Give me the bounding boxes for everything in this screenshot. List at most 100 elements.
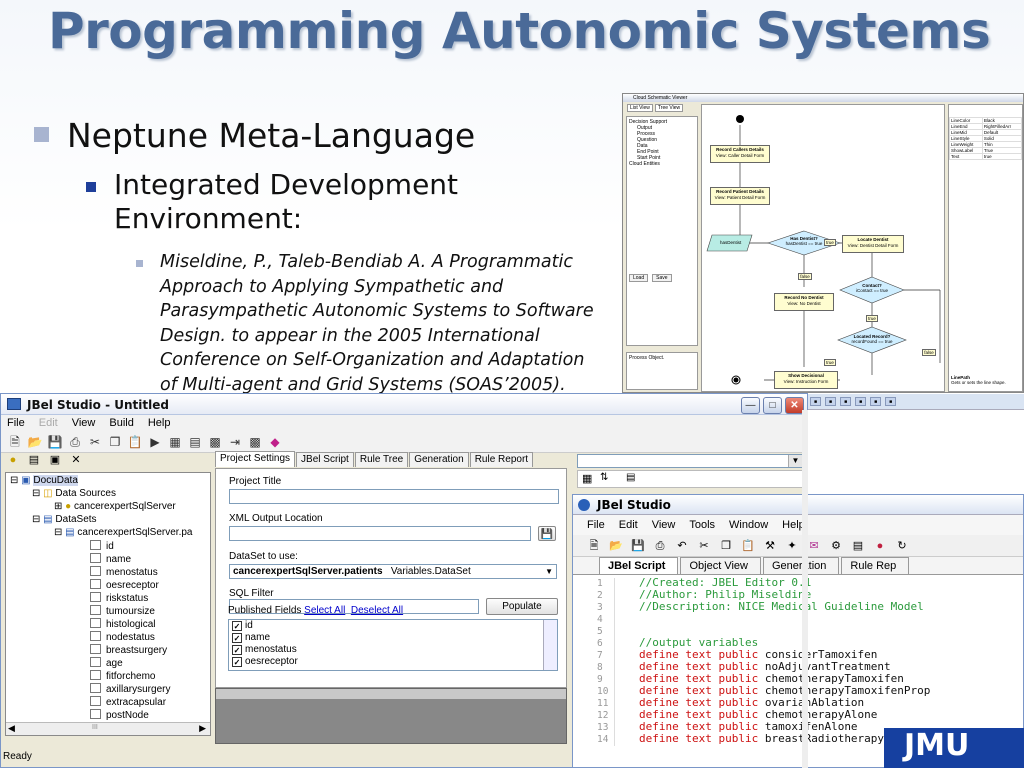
database-icon[interactable]: ● (5, 452, 21, 468)
table-icon[interactable]: ▩ (247, 434, 263, 450)
tab-tree-view[interactable]: Tree View (654, 104, 684, 112)
table-icon[interactable]: ▤ (26, 452, 42, 468)
tree-item-dataset[interactable]: ⊟ ▤ cancerexpertSqlServer.pa (54, 527, 192, 539)
taskbar-button[interactable]: ■ (825, 397, 837, 406)
tab-project-settings[interactable]: Project Settings (215, 451, 296, 467)
menu-edit[interactable]: Edit (619, 515, 638, 535)
xml-output-input[interactable] (229, 526, 531, 541)
save-icon[interactable]: 💾 (47, 434, 63, 450)
property-pages-icon[interactable]: ▤ (626, 472, 635, 483)
sort-az-icon[interactable]: ⇅ (600, 472, 608, 483)
tree-item[interactable]: Cloud Entities (629, 161, 695, 167)
tree-field[interactable]: axillarysurgery (90, 683, 170, 696)
field-checkbox-row[interactable]: ✓ id (229, 620, 557, 632)
menu-window[interactable]: Window (729, 515, 768, 535)
undo-icon[interactable]: ↶ (674, 538, 690, 554)
menu-help[interactable]: Help (148, 415, 171, 432)
rule-icon[interactable]: ▤ (187, 434, 203, 450)
tab-jbel-script[interactable]: JBel Script (296, 452, 354, 467)
new-file-icon[interactable]: 🗎 (7, 434, 23, 450)
tree-field[interactable]: age (90, 657, 123, 670)
vertical-scrollbar[interactable] (802, 410, 808, 768)
tab-list-view[interactable]: List View (627, 104, 653, 112)
paste-icon[interactable]: 📋 (127, 434, 143, 450)
paste-icon[interactable]: 📋 (740, 538, 756, 554)
delete-icon[interactable]: ✕ (68, 452, 84, 468)
menu-view[interactable]: View (72, 415, 96, 432)
refresh-icon[interactable]: ↻ (894, 538, 910, 554)
taskbar-button[interactable]: ■ (840, 397, 852, 406)
right-dropdown[interactable]: ▼ (577, 454, 803, 468)
menu-build[interactable]: Build (109, 415, 133, 432)
taskbar-button[interactable]: ■ (885, 397, 897, 406)
prop-value[interactable]: true (981, 153, 1023, 160)
tree-field[interactable]: postNode (90, 709, 149, 722)
menu-tools[interactable]: Tools (689, 515, 715, 535)
list-vscrollbar[interactable] (543, 620, 557, 670)
tree-field[interactable]: histological (90, 618, 155, 631)
properties-icon[interactable]: ▣ (47, 452, 63, 468)
tab-jbel-script[interactable]: JBel Script (599, 557, 679, 574)
menu-edit[interactable]: Edit (39, 415, 58, 432)
scroll-right-icon[interactable]: ▶ (199, 723, 206, 734)
tree-item-data-sources[interactable]: ⊟ ◫ Data Sources (32, 488, 116, 500)
build-icon[interactable]: ⚙ (828, 538, 844, 554)
save-icon[interactable]: 💾 (538, 526, 556, 541)
tab-rule-report[interactable]: Rule Rep (841, 557, 910, 574)
tree-item-datasets[interactable]: ⊟ ▤ DataSets (32, 514, 97, 526)
tree-root[interactable]: ⊟ ▣ DocuData (10, 475, 78, 487)
step-icon[interactable]: ⇥ (227, 434, 243, 450)
field-checkbox-row[interactable]: ✓ name (229, 632, 557, 644)
open-folder-icon[interactable]: 📂 (608, 538, 624, 554)
gem-icon[interactable]: ◆ (267, 434, 283, 450)
print-icon[interactable]: ⎙ (67, 434, 83, 450)
load-button[interactable]: Load (629, 274, 649, 282)
tree-field[interactable]: breastsurgery (90, 644, 167, 657)
tab-generation[interactable]: Generation (409, 452, 469, 467)
menu-view[interactable]: View (652, 515, 676, 535)
scroll-left-icon[interactable]: ◀ (8, 723, 15, 734)
copy-icon[interactable]: ❐ (107, 434, 123, 450)
grid-icon[interactable]: ▦ (167, 434, 183, 450)
tree-field[interactable]: fitforchemo (90, 670, 155, 683)
checkbox-checked-icon[interactable]: ✓ (232, 633, 242, 643)
tree-field[interactable]: tumoursize (90, 605, 155, 618)
chart-icon[interactable]: ▩ (207, 434, 223, 450)
print-icon[interactable]: ⎙ (652, 538, 668, 554)
open-folder-icon[interactable]: 📂 (27, 434, 43, 450)
checkbox-checked-icon[interactable]: ✓ (232, 657, 242, 667)
tree-item-source[interactable]: ⊞ ● cancerexpertSqlServer (54, 501, 176, 513)
new-file-icon[interactable]: 🗎 (586, 538, 602, 554)
save-button[interactable]: Save (652, 274, 672, 282)
chevron-down-icon[interactable]: ▼ (788, 455, 802, 467)
dataset-select[interactable]: cancerexpertSqlServer.patients Variables… (229, 564, 557, 579)
tree-field[interactable]: extracapsular (90, 696, 166, 709)
project-title-input[interactable] (229, 489, 559, 504)
checkbox-checked-icon[interactable]: ✓ (232, 621, 242, 631)
tree-field[interactable]: nodestatus (90, 631, 155, 644)
wand-icon[interactable]: ✦ (784, 538, 800, 554)
tree-field[interactable]: riskstatus (90, 592, 148, 605)
field-checkbox-row[interactable]: ✓ oesreceptor (229, 656, 557, 668)
field-checkbox-row[interactable]: ✓ menostatus (229, 644, 557, 656)
populate-button[interactable]: Populate (486, 598, 558, 615)
menu-file[interactable]: File (7, 415, 25, 432)
taskbar-button[interactable]: ■ (855, 397, 867, 406)
menu-file[interactable]: File (587, 515, 605, 535)
tree-field[interactable]: name (90, 553, 131, 566)
tree-field[interactable]: menostatus (90, 566, 158, 579)
checkbox-checked-icon[interactable]: ✓ (232, 645, 242, 655)
form-icon[interactable]: ▤ (850, 538, 866, 554)
cut-icon[interactable]: ✂ (87, 434, 103, 450)
tab-object-view[interactable]: Object View (680, 557, 761, 574)
run-icon[interactable]: ▶ (147, 434, 163, 450)
categorized-icon[interactable]: ▦ (582, 472, 592, 485)
tree-field[interactable]: oesreceptor (90, 579, 159, 592)
stop-icon[interactable]: ● (872, 538, 888, 554)
mail-icon[interactable]: ✉ (806, 538, 822, 554)
code-editor[interactable]: 1//Created: JBEL Editor 0.1 2//Author: Ph… (573, 577, 1023, 746)
select-all-link[interactable]: Select All (304, 605, 345, 616)
taskbar-button[interactable]: ■ (870, 397, 882, 406)
tools-icon[interactable]: ⚒ (762, 538, 778, 554)
tree-field[interactable]: id (90, 540, 114, 553)
